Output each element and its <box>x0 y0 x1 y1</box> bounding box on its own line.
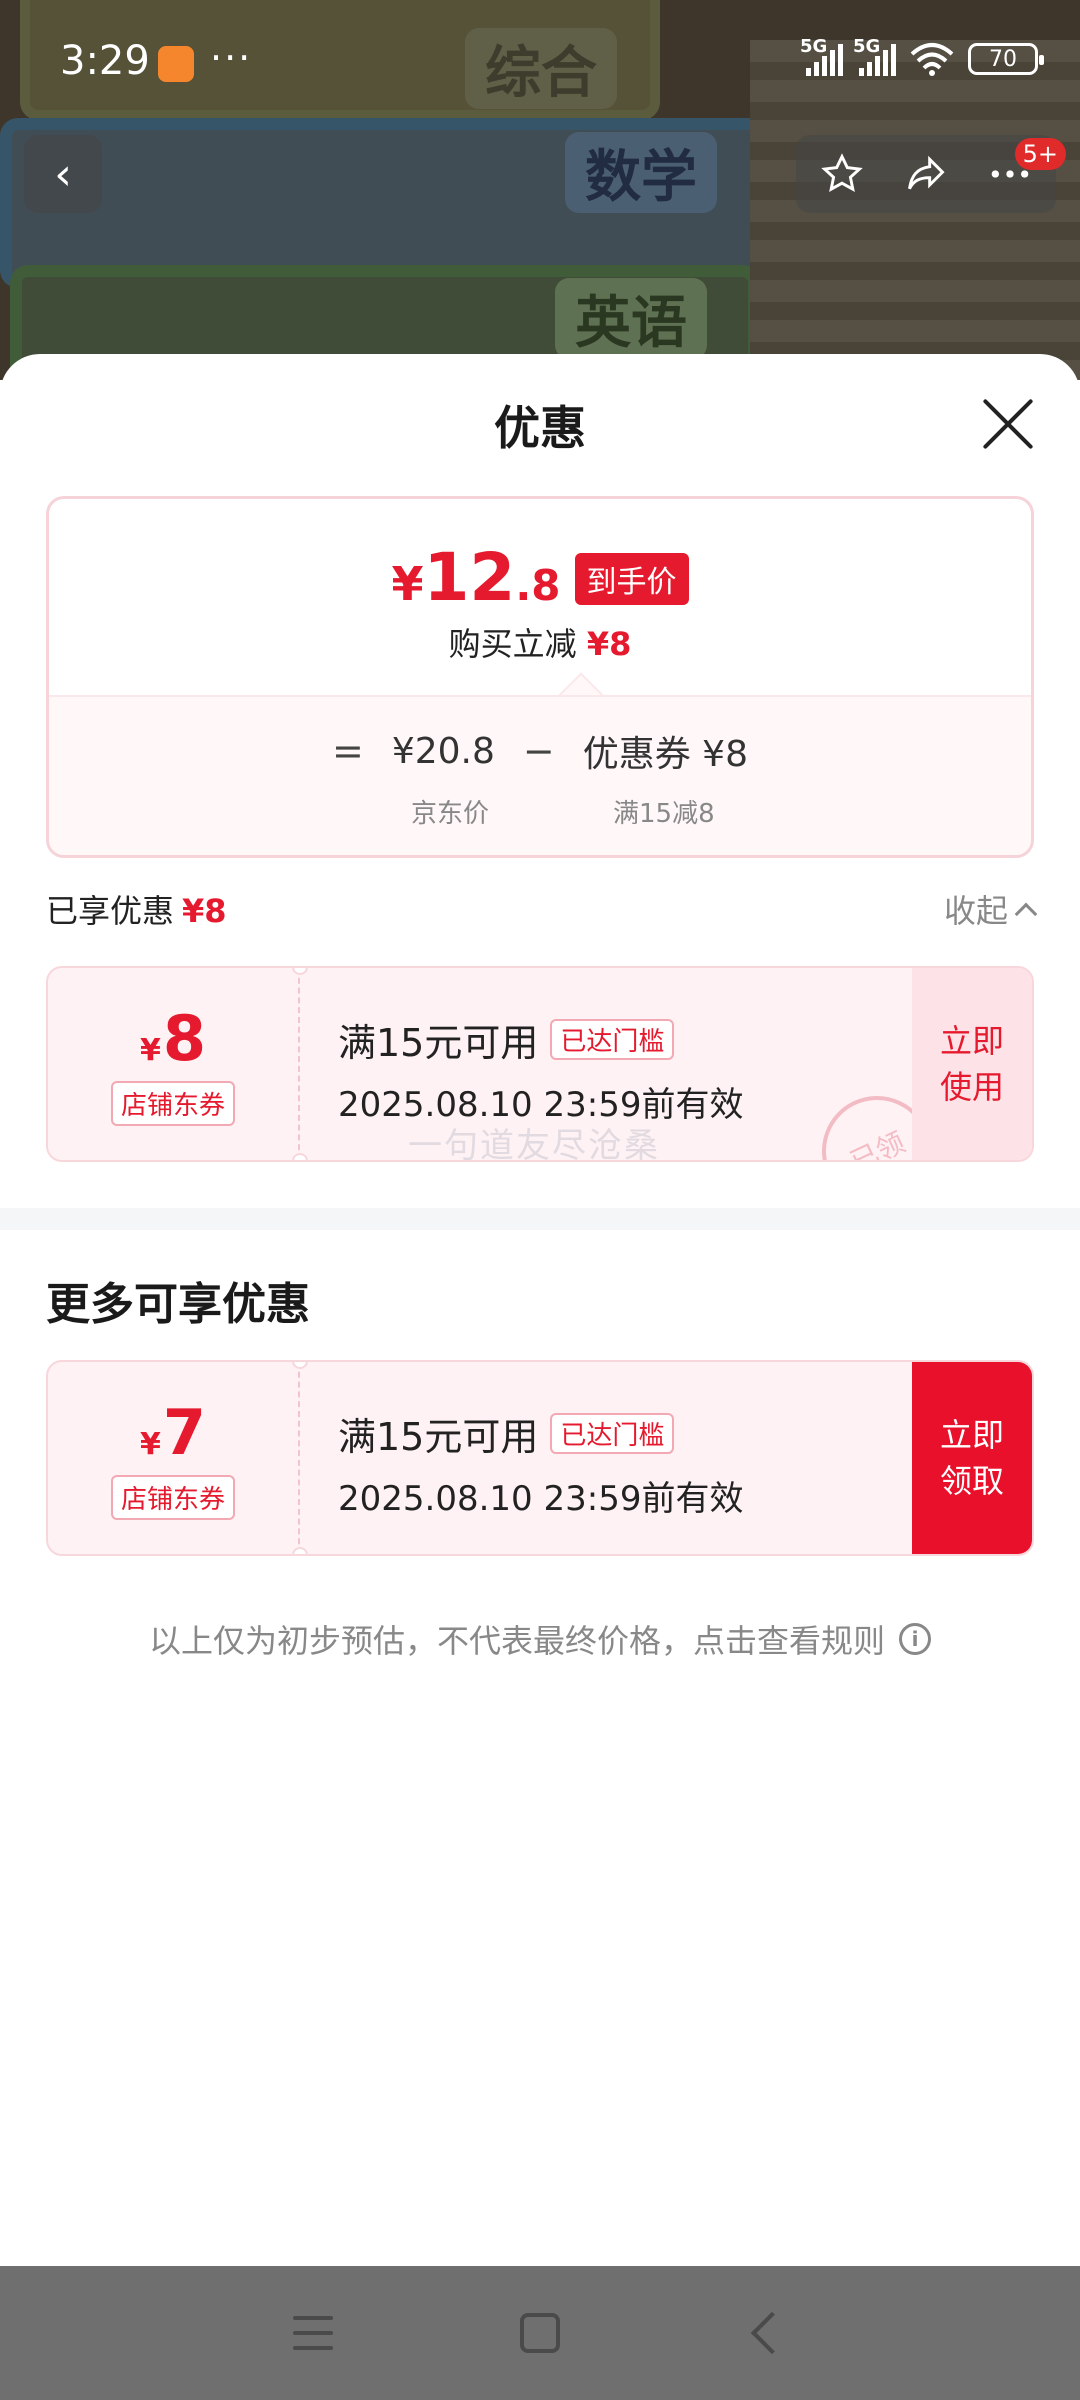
claimable-coupon-card: ¥ 7 店铺东券 满15元可用 已达门槛 2025.08.10 23:59前有效… <box>46 1360 1034 1556</box>
instant-reduction: 购买立减 ¥8 <box>448 625 632 663</box>
price-summary-card: ¥ 12 .8 到手价 购买立减 ¥8 = ¥20.8 − 优惠券 ¥8 京东价… <box>46 496 1034 858</box>
enjoyed-label: 已享优惠 <box>46 892 175 930</box>
minus-sign: − <box>522 729 555 773</box>
price-breakdown: = ¥20.8 − 优惠券 ¥8 京东价 满15减8 <box>49 695 1031 855</box>
coupon-details: 满15元可用 已达门槛 2025.08.10 23:59前有效 <box>338 1012 743 1126</box>
star-icon[interactable] <box>820 152 864 196</box>
more-discounts-title: 更多可享优惠 <box>46 1279 310 1330</box>
equals-sign: = <box>331 729 364 773</box>
coupon-value: ¥ 8 店铺东券 <box>48 968 300 1160</box>
use-now-button[interactable]: 立即 使用 <box>912 968 1032 1160</box>
back-button[interactable]: ‹ <box>24 135 102 213</box>
signal-icon: 5G <box>853 36 896 76</box>
watermark-text: 一句道友尽沧桑 <box>408 1126 660 1162</box>
back-icon[interactable] <box>750 2311 793 2355</box>
discount-sheet: 优惠 ¥ 12 .8 到手价 购买立减 ¥8 = ¥20.8 − 优惠券 ¥8 … <box>0 354 1080 2266</box>
info-icon: i <box>899 1623 931 1655</box>
signal-icon: 5G <box>800 36 843 76</box>
jd-price: ¥20.8 <box>391 730 495 772</box>
coupon-condition: 满15元可用 <box>338 1415 539 1459</box>
status-icons: 5G 5G 70 <box>800 36 1044 76</box>
chevron-up-icon <box>1014 902 1038 926</box>
section-divider <box>0 1208 1080 1230</box>
wifi-icon <box>910 43 954 76</box>
enjoyed-amount: ¥8 <box>182 892 227 930</box>
coupon-type-badge: 店铺东券 <box>110 1475 235 1520</box>
collapse-button[interactable]: 收起 <box>944 886 1038 932</box>
sheet-title: 优惠 <box>494 401 586 455</box>
price-disclaimer-link[interactable]: 以上仅为初步预估，不代表最终价格，点击查看规则 i <box>0 1616 1080 1662</box>
close-icon[interactable] <box>980 396 1036 452</box>
battery-level: 70 <box>989 46 1017 72</box>
taobao-app-icon <box>158 46 194 82</box>
coupon-value: ¥ 7 店铺东券 <box>48 1362 300 1554</box>
final-price-tag: 到手价 <box>574 553 689 605</box>
coupon-type-badge: 店铺东券 <box>110 1081 235 1126</box>
applied-coupon-card: ¥ 8 店铺东券 满15元可用 已达门槛 2025.08.10 23:59前有效… <box>46 966 1034 1162</box>
system-navigation-bar <box>0 2266 1080 2400</box>
battery-icon: 70 <box>968 43 1044 75</box>
coupon-condition: 满15元可用 <box>338 1021 539 1065</box>
chevron-left-icon: ‹ <box>54 148 72 200</box>
threshold-badge: 已达门槛 <box>550 1019 675 1060</box>
coupon-rule-label: 满15减8 <box>613 799 715 829</box>
coupon-deduction: 优惠券 ¥8 <box>582 734 748 775</box>
enjoyed-discount-row: 已享优惠 ¥8 收起 <box>46 884 1038 934</box>
share-icon[interactable] <box>904 152 948 196</box>
more-notifications-icon: ··· <box>210 36 253 80</box>
status-time: 3:29 <box>60 38 150 84</box>
status-bar: 3:29 ··· 5G 5G 70 <box>0 0 1080 125</box>
coupon-validity: 2025.08.10 23:59前有效 <box>338 1479 744 1519</box>
final-price: ¥ 12 .8 到手价 <box>49 539 1031 616</box>
notification-badge: 5+ <box>1014 138 1066 170</box>
coupon-details: 满15元可用 已达门槛 2025.08.10 23:59前有效 <box>338 1406 743 1520</box>
jd-price-label: 京东价 <box>411 799 490 829</box>
home-icon[interactable] <box>519 2313 560 2353</box>
threshold-badge: 已达门槛 <box>550 1413 675 1454</box>
claim-now-button[interactable]: 立即 领取 <box>912 1362 1032 1554</box>
menu-icon[interactable] <box>293 2316 334 2350</box>
disclaimer-text: 以上仅为初步预估，不代表最终价格，点击查看规则 <box>148 1622 885 1660</box>
